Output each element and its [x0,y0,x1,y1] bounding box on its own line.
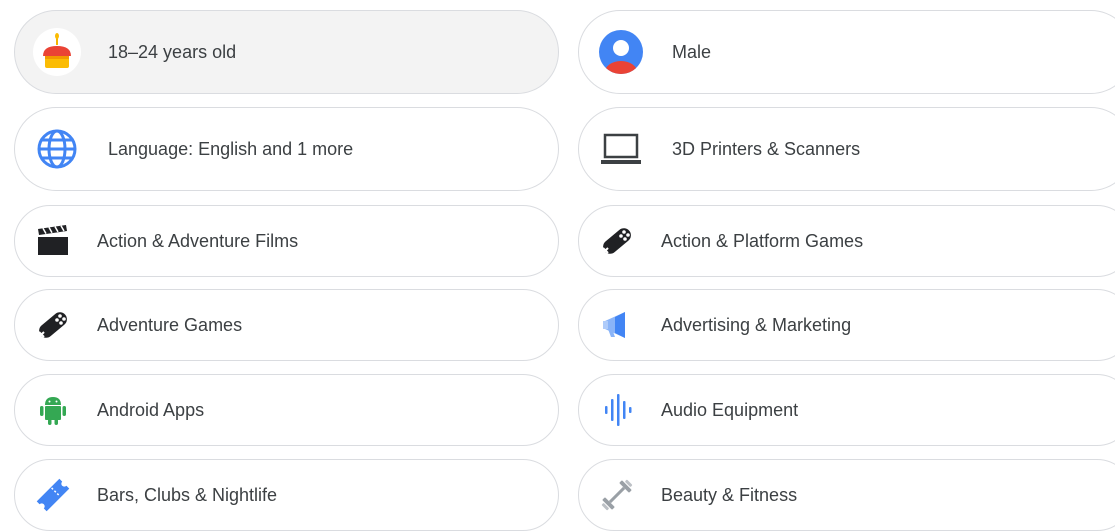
audio-waveform-icon [597,390,637,430]
chip-3d-printers[interactable]: 3D Printers & Scanners [578,107,1115,191]
chip-label: Action & Adventure Films [97,230,299,251]
ticket-icon [33,475,73,515]
gamepad-icon [597,221,637,261]
chip-label: Male [672,41,712,62]
laptop-icon [597,125,645,173]
birthday-cake-icon [33,28,81,76]
gamepad-icon [33,305,73,345]
chip-age-range[interactable]: 18–24 years old [14,10,559,94]
chip-gender[interactable]: Male [578,10,1115,94]
chip-label: Language: English and 1 more [108,138,354,159]
chip-beauty-fitness[interactable]: Beauty & Fitness [578,459,1115,531]
chip-bars-clubs-nightlife[interactable]: Bars, Clubs & Nightlife [14,459,559,531]
chip-label: Advertising & Marketing [661,314,852,335]
dumbbell-icon [597,475,637,515]
megaphone-icon [597,305,637,345]
chip-label: 3D Printers & Scanners [672,138,861,159]
chip-action-adventure-films[interactable]: Action & Adventure Films [14,205,559,277]
globe-icon [33,125,81,173]
chip-android-apps[interactable]: Android Apps [14,374,559,446]
chip-label: 18–24 years old [108,41,237,62]
chip-advertising-marketing[interactable]: Advertising & Marketing [578,289,1115,361]
clapperboard-icon [33,221,73,261]
chip-label: Beauty & Fitness [661,484,798,505]
chip-adventure-games[interactable]: Adventure Games [14,289,559,361]
chip-label: Adventure Games [97,314,243,335]
chip-label: Action & Platform Games [661,230,864,251]
chip-label: Android Apps [97,399,205,420]
chip-label: Bars, Clubs & Nightlife [97,484,278,505]
person-icon [597,28,645,76]
chip-audio-equipment[interactable]: Audio Equipment [578,374,1115,446]
android-icon [33,390,73,430]
chip-language[interactable]: Language: English and 1 more [14,107,559,191]
chip-label: Audio Equipment [661,399,799,420]
chip-action-platform-games[interactable]: Action & Platform Games [578,205,1115,277]
